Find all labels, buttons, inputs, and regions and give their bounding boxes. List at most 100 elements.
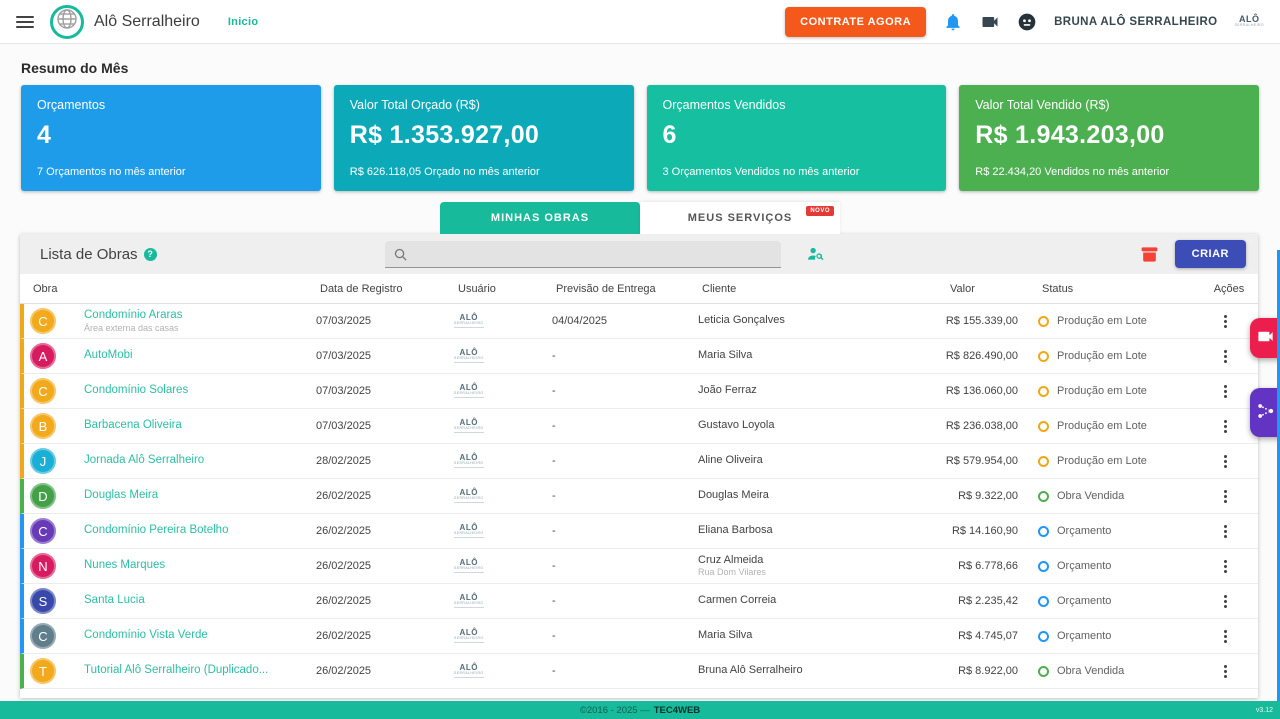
contrate-agora-button[interactable]: CONTRATE AGORA	[785, 7, 926, 37]
avatar: C	[30, 308, 56, 334]
row-actions-kebab-icon[interactable]	[1196, 311, 1254, 332]
nav-item-inicio[interactable]: Inicio	[228, 16, 259, 28]
table-row: DDouglas Meira26/02/2025ALÔSERRALHEIRO-D…	[20, 479, 1258, 514]
archive-icon[interactable]	[1140, 245, 1159, 264]
table-row: SSanta Lucia26/02/2025ALÔSERRALHEIRO-Car…	[20, 584, 1258, 619]
status-cell: Produção em Lote	[1030, 385, 1196, 397]
cliente-cell: Gustavo Loyola	[678, 419, 918, 432]
valor-cell: R$ 155.339,00	[918, 315, 1030, 327]
obra-link[interactable]: Nunes Marques	[84, 559, 300, 573]
column-header-4: Cliente	[682, 283, 922, 295]
summary-card-3: Valor Total Vendido (R$)R$ 1.943.203,00R…	[959, 85, 1259, 191]
avatar-cell: C	[24, 378, 84, 404]
card-footnote: R$ 22.434,20 Vendidos no mês anterior	[975, 166, 1243, 178]
table-row: NNunes Marques26/02/2025ALÔSERRALHEIRO-C…	[20, 549, 1258, 584]
status-label: Produção em Lote	[1057, 455, 1147, 467]
obra-link[interactable]: Barbacena Oliveira	[84, 419, 300, 433]
usuario-cell: ALÔSERRALHEIRO	[436, 664, 532, 678]
usuario-logo-sub: SERRALHEIRO	[454, 427, 484, 431]
obra-link[interactable]: Condomínio Pereira Botelho	[84, 524, 300, 538]
usuario-cell: ALÔSERRALHEIRO	[436, 384, 532, 398]
cliente-cell: Bruna Alô Serralheiro	[678, 664, 918, 677]
status-cell: Obra Vendida	[1030, 490, 1196, 502]
status-circle-icon	[1038, 561, 1049, 572]
obra-link[interactable]: AutoMobi	[84, 349, 300, 363]
obra-link[interactable]: Condomínio Vista Verde	[84, 629, 300, 643]
status-cell: Obra Vendida	[1030, 665, 1196, 677]
acoes-cell	[1196, 486, 1254, 507]
avatar-cell: S	[24, 588, 84, 614]
usuario-cell: ALÔSERRALHEIRO	[436, 594, 532, 608]
cliente-name: Gustavo Loyola	[698, 419, 918, 432]
cliente-cell: Aline Oliveira	[678, 454, 918, 467]
acoes-cell	[1196, 381, 1254, 402]
valor-cell: R$ 236.038,00	[918, 420, 1030, 432]
notifications-bell-icon[interactable]	[943, 12, 963, 32]
previsao-cell: -	[532, 560, 678, 572]
acoes-cell	[1196, 416, 1254, 437]
user-avatar-logo[interactable]: ALÔ SERRALHEIRO	[1235, 15, 1265, 28]
avatar: C	[30, 518, 56, 544]
card-footnote: 7 Orçamentos no mês anterior	[37, 166, 305, 178]
obra-link[interactable]: Jornada Alô Serralheiro	[84, 454, 300, 468]
floating-video-button[interactable]	[1250, 318, 1280, 358]
usuario-cell: ALÔSERRALHEIRO	[436, 559, 532, 573]
obra-link[interactable]: Condomínio Solares	[84, 384, 300, 398]
obra-cell: Condomínio Pereira Botelho	[84, 524, 300, 538]
status-circle-icon	[1038, 526, 1049, 537]
usuario-cell: ALÔSERRALHEIRO	[436, 314, 532, 328]
cliente-name: Douglas Meira	[698, 489, 918, 502]
tab-minhas-obras[interactable]: MINHAS OBRAS	[440, 202, 640, 234]
search-input[interactable]	[416, 247, 781, 261]
row-actions-kebab-icon[interactable]	[1196, 346, 1254, 367]
video-tutorials-icon[interactable]	[980, 12, 1000, 32]
user-name[interactable]: BRUNA ALÔ SERRALHEIRO	[1054, 16, 1217, 28]
column-header-6: Status	[1034, 283, 1200, 295]
tab-meus-serviços[interactable]: MEUS SERVIÇOSNOVO	[640, 202, 840, 234]
data-registro-cell: 07/03/2025	[300, 350, 436, 362]
table-row: CCondomínio ArarasÁrea externa das casas…	[20, 304, 1258, 339]
table-toolbar: Lista de Obras ? CRIAR	[20, 234, 1258, 274]
row-actions-kebab-icon[interactable]	[1196, 591, 1254, 612]
row-actions-kebab-icon[interactable]	[1196, 486, 1254, 507]
cliente-name: Eliana Barbosa	[698, 524, 918, 537]
app-logo[interactable]	[50, 5, 84, 39]
cliente-cell: Cruz AlmeidaRua Dom Vilares	[678, 554, 918, 578]
obra-link[interactable]: Condomínio Araras	[84, 309, 300, 323]
usuario-logo: ALÔSERRALHEIRO	[454, 419, 484, 433]
row-actions-kebab-icon[interactable]	[1196, 661, 1254, 682]
client-search-icon[interactable]	[806, 245, 825, 269]
help-icon[interactable]: ?	[144, 248, 157, 261]
usuario-logo-sub: SERRALHEIRO	[454, 567, 484, 571]
cliente-cell: João Ferraz	[678, 384, 918, 397]
data-registro-cell: 28/02/2025	[300, 455, 436, 467]
workflow-nodes-icon	[1256, 401, 1276, 424]
app-footer: ©2016 - 2025 — TEC4WEB v3.12	[0, 701, 1280, 719]
acoes-cell	[1196, 346, 1254, 367]
usuario-logo: ALÔSERRALHEIRO	[454, 349, 484, 363]
table-row: CCondomínio Pereira Botelho26/02/2025ALÔ…	[20, 514, 1258, 549]
row-actions-kebab-icon[interactable]	[1196, 556, 1254, 577]
row-actions-kebab-icon[interactable]	[1196, 521, 1254, 542]
status-circle-icon	[1038, 386, 1049, 397]
obra-link[interactable]: Tutorial Alô Serralheiro (Duplicado...	[84, 664, 300, 678]
row-actions-kebab-icon[interactable]	[1196, 381, 1254, 402]
row-actions-kebab-icon[interactable]	[1196, 626, 1254, 647]
hamburger-menu-icon[interactable]	[16, 13, 34, 31]
obra-cell: Condomínio Solares	[84, 384, 300, 398]
avatar: A	[30, 343, 56, 369]
row-actions-kebab-icon[interactable]	[1196, 451, 1254, 472]
acoes-cell	[1196, 451, 1254, 472]
chatbot-assistant-icon[interactable]	[1017, 12, 1037, 32]
floating-workflow-button[interactable]	[1250, 388, 1280, 437]
previsao-cell: -	[532, 595, 678, 607]
data-registro-cell: 26/02/2025	[300, 490, 436, 502]
cliente-cell: Maria Silva	[678, 629, 918, 642]
obra-link[interactable]: Santa Lucia	[84, 594, 300, 608]
obra-cell: AutoMobi	[84, 349, 300, 363]
criar-button[interactable]: CRIAR	[1175, 240, 1246, 268]
data-registro-cell: 26/02/2025	[300, 595, 436, 607]
row-actions-kebab-icon[interactable]	[1196, 416, 1254, 437]
avatar: C	[30, 378, 56, 404]
obra-link[interactable]: Douglas Meira	[84, 489, 300, 503]
